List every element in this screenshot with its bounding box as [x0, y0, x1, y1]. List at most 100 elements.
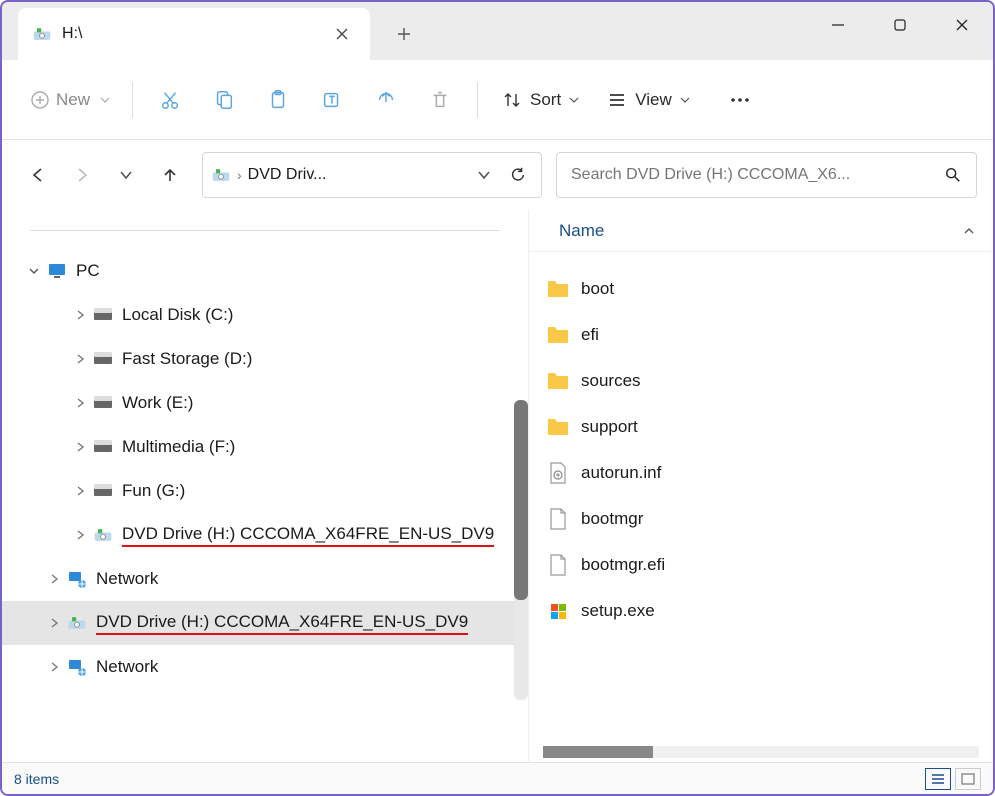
tree-node[interactable]: DVD Drive (H:) CCCOMA_X64FRE_EN-US_DV9 [2, 513, 528, 557]
folder-icon [547, 416, 569, 438]
command-bar: New Sort View [2, 60, 993, 140]
forward-button[interactable] [62, 155, 102, 195]
tree-scrollbar[interactable] [514, 400, 528, 700]
navigation-bar: › DVD Driv... [2, 140, 993, 210]
cut-button[interactable] [147, 78, 193, 122]
tree-node-label: Fast Storage (D:) [122, 349, 252, 369]
copy-button[interactable] [201, 78, 247, 122]
active-tab[interactable]: H:\ [18, 8, 370, 60]
pc-icon [46, 260, 68, 282]
tree-node[interactable]: Multimedia (F:) [2, 425, 528, 469]
expand-icon[interactable] [42, 662, 66, 672]
file-list-item[interactable]: boot [529, 266, 993, 312]
back-button[interactable] [18, 155, 58, 195]
drive-icon [92, 480, 114, 502]
column-header: Name [529, 210, 993, 252]
drive-icon [92, 392, 114, 414]
status-bar: 8 items [2, 762, 993, 794]
tree-node[interactable]: Work (E:) [2, 381, 528, 425]
drive-icon [66, 568, 88, 590]
expand-icon[interactable] [68, 398, 92, 408]
expand-icon[interactable] [68, 530, 92, 540]
file-name: support [581, 417, 638, 437]
item-count: 8 items [14, 771, 59, 787]
address-dropdown[interactable] [471, 168, 497, 182]
file-icon [547, 508, 569, 530]
drive-icon [92, 348, 114, 370]
separator [477, 82, 478, 118]
expand-icon[interactable] [68, 354, 92, 364]
icons-view-button[interactable] [955, 768, 981, 790]
tree-node-label: Local Disk (C:) [122, 305, 233, 325]
new-tab-button[interactable] [384, 14, 424, 54]
tree-node-label: Fun (G:) [122, 481, 185, 501]
search-box[interactable] [556, 152, 977, 198]
new-button[interactable]: New [22, 90, 118, 110]
search-input[interactable] [571, 166, 944, 184]
tree-node-label: Network [96, 657, 158, 677]
tree-node[interactable]: Network [2, 557, 528, 601]
expand-icon[interactable] [68, 486, 92, 496]
tree-node-label: DVD Drive (H:) CCCOMA_X64FRE_EN-US_DV9 [96, 612, 468, 635]
file-list-item[interactable]: efi [529, 312, 993, 358]
content-area: PC Local Disk (C:) Fast Storage (D:) Work … [2, 210, 993, 762]
dvd-drive-icon [32, 24, 52, 44]
drive-icon [92, 524, 114, 546]
file-icon [547, 554, 569, 576]
exe-icon [547, 600, 569, 622]
separator [132, 82, 133, 118]
expand-icon[interactable] [68, 442, 92, 452]
file-list-item[interactable]: setup.exe [529, 588, 993, 634]
tab-close-button[interactable] [328, 20, 356, 48]
search-icon[interactable] [944, 166, 962, 184]
folder-icon [547, 324, 569, 346]
file-list-item[interactable]: bootmgr [529, 496, 993, 542]
minimize-button[interactable] [807, 2, 869, 48]
expand-icon[interactable] [68, 310, 92, 320]
file-name: bootmgr.efi [581, 555, 665, 575]
drive-icon [66, 612, 88, 634]
file-name: autorun.inf [581, 463, 661, 483]
drive-icon [92, 436, 114, 458]
delete-button[interactable] [417, 78, 463, 122]
file-name: boot [581, 279, 614, 299]
expand-icon[interactable] [42, 618, 66, 628]
maximize-button[interactable] [869, 2, 931, 48]
paste-button[interactable] [255, 78, 301, 122]
expand-icon[interactable] [42, 574, 66, 584]
file-name: setup.exe [581, 601, 655, 621]
navigation-tree: PC Local Disk (C:) Fast Storage (D:) Work … [2, 210, 528, 762]
tree-node[interactable]: Network [2, 645, 528, 689]
tree-node[interactable]: Fun (G:) [2, 469, 528, 513]
file-list-item[interactable]: bootmgr.efi [529, 542, 993, 588]
list-h-scrollbar[interactable] [543, 746, 979, 758]
file-list-item[interactable]: support [529, 404, 993, 450]
tree-node-label: Network [96, 569, 158, 589]
view-button[interactable]: View [597, 90, 700, 110]
tree-node-pc[interactable]: PC [2, 249, 528, 293]
close-window-button[interactable] [931, 2, 993, 48]
sort-button[interactable]: Sort [492, 90, 589, 110]
share-button[interactable] [363, 78, 409, 122]
tree-node[interactable]: DVD Drive (H:) CCCOMA_X64FRE_EN-US_DV9 [2, 601, 528, 645]
tree-node-label: Work (E:) [122, 393, 193, 413]
collapse-icon[interactable] [22, 265, 46, 277]
address-bar[interactable]: › DVD Driv... [202, 152, 542, 198]
breadcrumb[interactable]: DVD Driv... [248, 166, 327, 184]
refresh-button[interactable] [503, 166, 533, 184]
file-list-item[interactable]: autorun.inf [529, 450, 993, 496]
details-view-button[interactable] [925, 768, 951, 790]
recent-button[interactable] [106, 155, 146, 195]
tree-node[interactable]: Fast Storage (D:) [2, 337, 528, 381]
rename-button[interactable] [309, 78, 355, 122]
up-button[interactable] [150, 155, 190, 195]
file-name: efi [581, 325, 599, 345]
more-button[interactable] [718, 88, 762, 112]
file-list-item[interactable]: sources [529, 358, 993, 404]
tree-node[interactable]: Local Disk (C:) [2, 293, 528, 337]
column-name[interactable]: Name [559, 221, 604, 241]
folder-icon [547, 278, 569, 300]
chevron-right-icon[interactable]: › [237, 167, 242, 183]
file-name: bootmgr [581, 509, 643, 529]
column-caret-icon[interactable] [963, 225, 975, 237]
